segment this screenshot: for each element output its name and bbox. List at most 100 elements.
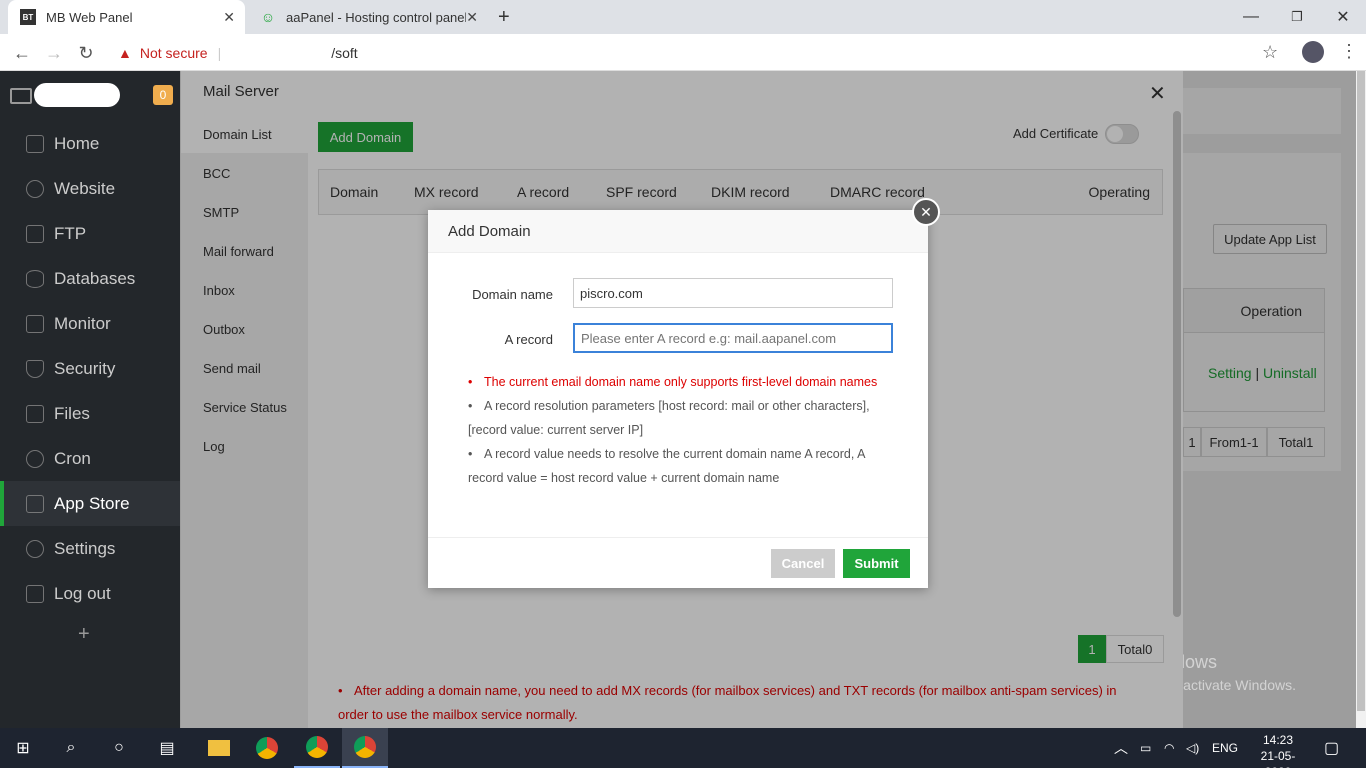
address-bar: ← → ↻ ▲ Not secure | /soft ☆ ⋮ xyxy=(0,34,1366,71)
tip-item: The current email domain name only suppo… xyxy=(468,370,898,394)
domain-name-label: Domain name xyxy=(472,287,553,302)
sidebar-item-label: Settings xyxy=(54,538,116,558)
sidebar-item-cron[interactable]: Cron xyxy=(0,436,180,481)
sidebar-item-logout[interactable]: Log out xyxy=(0,571,180,616)
shield-icon xyxy=(26,359,44,378)
bookmark-star-icon[interactable]: ☆ xyxy=(1262,42,1278,63)
sidebar-item-label: Files xyxy=(54,403,90,423)
battery-icon[interactable]: ▭ xyxy=(1140,728,1151,768)
add-shortcut-icon[interactable]: + xyxy=(78,623,90,646)
domain-name-input[interactable] xyxy=(573,278,893,308)
folder-icon xyxy=(208,740,230,756)
forward-icon[interactable]: → xyxy=(41,40,67,66)
menu-icon[interactable]: ⋮ xyxy=(1340,41,1358,62)
task-view-icon[interactable]: ▤ xyxy=(144,728,190,768)
sidebar-item-website[interactable]: Website xyxy=(0,166,180,211)
grid-icon xyxy=(26,494,44,513)
message-badge[interactable]: 0 xyxy=(153,85,173,105)
monitor-chart-icon xyxy=(26,314,44,333)
chrome-icon[interactable] xyxy=(244,728,290,768)
new-tab-icon[interactable]: + xyxy=(498,6,510,29)
submit-button[interactable]: Submit xyxy=(843,549,910,578)
back-icon[interactable]: ← xyxy=(9,40,35,66)
redacted-server-name xyxy=(34,83,120,107)
redacted-host xyxy=(231,45,332,60)
tab-aapanel[interactable]: ☺ aaPanel - Hosting control panel. O ✕ xyxy=(248,0,488,34)
database-icon xyxy=(26,269,44,288)
sidebar-item-settings[interactable]: Settings xyxy=(0,526,180,571)
sidebar-item-label: Home xyxy=(54,133,100,153)
file-explorer-icon[interactable] xyxy=(196,728,242,768)
tab-title: aaPanel - Hosting control panel. O xyxy=(286,9,466,25)
minimize-icon[interactable]: — xyxy=(1228,0,1274,34)
sidebar-item-security[interactable]: Security xyxy=(0,346,180,391)
clock-icon xyxy=(26,449,44,468)
dialog-title: Add Domain xyxy=(428,210,928,253)
search-icon[interactable]: ⌕ xyxy=(48,728,94,768)
cortana-icon[interactable]: ○ xyxy=(96,728,142,768)
tip-item: A record resolution parameters [host rec… xyxy=(468,394,898,442)
folder-icon xyxy=(26,404,44,423)
cancel-button[interactable]: Cancel xyxy=(771,549,835,578)
sidebar-item-home[interactable]: Home xyxy=(0,121,180,166)
sidebar-item-label: App Store xyxy=(54,493,130,513)
sidebar-item-label: Security xyxy=(54,358,116,378)
windows-taskbar: ⊞ ⌕ ○ ▤ ︿ ▭ ◠ ◁) ENG 14:23 21-05-2020 ▢ xyxy=(0,728,1366,779)
security-label: Not secure xyxy=(139,44,208,61)
tab-title: MB Web Panel xyxy=(46,9,133,25)
window-close-icon[interactable]: ✕ xyxy=(1320,0,1366,34)
notifications-icon[interactable]: ▢ xyxy=(1324,728,1339,768)
language-indicator[interactable]: ENG xyxy=(1212,728,1238,768)
tray-chevron-icon[interactable]: ︿ xyxy=(1114,728,1128,768)
bt-favicon-icon: BT xyxy=(20,9,36,25)
chrome-logo-icon xyxy=(256,737,278,759)
restore-icon[interactable]: ❐ xyxy=(1274,0,1320,34)
chrome-logo-icon xyxy=(306,736,328,758)
sidebar: 0 Home Website FTP Databases Monitor Sec… xyxy=(0,71,180,728)
profile-avatar[interactable] xyxy=(1302,41,1324,63)
page-scrollbar-thumb[interactable] xyxy=(1357,71,1365,711)
dialog-footer: Cancel Submit xyxy=(428,537,928,588)
sidebar-item-label: Cron xyxy=(54,448,91,468)
ftp-icon xyxy=(26,224,44,243)
globe-icon xyxy=(26,179,44,198)
sidebar-item-monitor[interactable]: Monitor xyxy=(0,301,180,346)
aapanel-favicon-icon: ☺ xyxy=(260,9,276,25)
sidebar-item-files[interactable]: Files xyxy=(0,391,180,436)
chrome-active-icon[interactable] xyxy=(342,728,388,768)
sidebar-item-label: Databases xyxy=(54,268,136,288)
dialog-close-icon[interactable]: ✕ xyxy=(912,198,940,226)
tip-item: A record value needs to resolve the curr… xyxy=(468,442,898,490)
sidebar-item-label: Monitor xyxy=(54,313,111,333)
url-field[interactable]: ▲ Not secure | /soft xyxy=(108,38,1288,67)
clock[interactable]: 14:23 21-05-2020 xyxy=(1248,732,1308,780)
sidebar-item-label: Log out xyxy=(54,583,111,603)
reload-icon[interactable]: ↻ xyxy=(73,40,99,66)
a-record-input[interactable] xyxy=(573,323,893,353)
volume-icon[interactable]: ◁) xyxy=(1186,728,1199,768)
sidebar-item-databases[interactable]: Databases xyxy=(0,256,180,301)
close-tab-icon[interactable]: ✕ xyxy=(223,9,235,26)
page-scrollbar-track xyxy=(1356,71,1366,728)
windows-start-icon[interactable]: ⊞ xyxy=(0,728,46,768)
url-path: /soft xyxy=(331,44,358,61)
browser-tab-bar: BT MB Web Panel ✕ ☺ aaPanel - Hosting co… xyxy=(0,0,1366,34)
clock-date: 21-05-2020 xyxy=(1260,749,1296,779)
warning-icon: ▲ xyxy=(118,44,132,61)
clock-time: 14:23 xyxy=(1262,733,1294,747)
divider: | xyxy=(217,44,222,61)
sidebar-item-app-store[interactable]: App Store xyxy=(0,481,180,526)
close-tab-icon[interactable]: ✕ xyxy=(466,9,478,26)
chrome-profile-icon[interactable] xyxy=(294,728,340,768)
dialog-tips: The current email domain name only suppo… xyxy=(468,370,898,490)
wifi-icon[interactable]: ◠ xyxy=(1164,728,1174,768)
tab-mb-web-panel[interactable]: BT MB Web Panel ✕ xyxy=(8,0,245,34)
monitor-icon xyxy=(10,88,32,104)
a-record-label: A record xyxy=(504,332,553,347)
add-domain-dialog: Add Domain Domain name A record The curr… xyxy=(428,198,940,588)
gear-icon xyxy=(26,539,44,558)
sidebar-item-ftp[interactable]: FTP xyxy=(0,211,180,256)
home-icon xyxy=(26,134,44,153)
sidebar-item-label: FTP xyxy=(54,223,87,243)
chrome-logo-icon xyxy=(354,736,376,758)
